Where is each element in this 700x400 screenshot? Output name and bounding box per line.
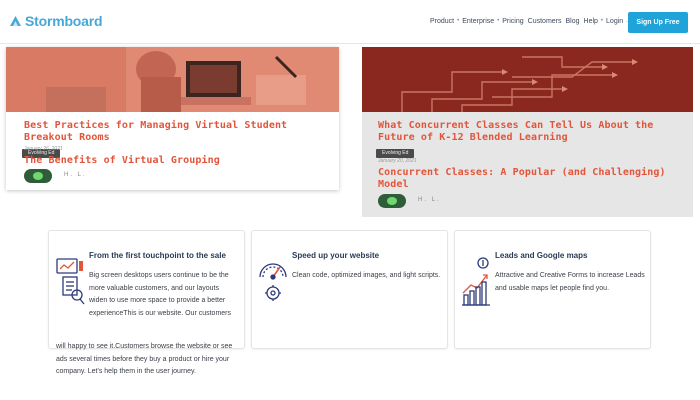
feature-description: Attractive and Creative Forms to increas… [495, 272, 645, 292]
feature-description-overflow: will happy to see it.Customers browse th… [56, 343, 233, 375]
feature-title: Speed up your website [292, 251, 380, 260]
nav-pricing[interactable]: Pricing [502, 17, 523, 26]
feature-title: From the first touchpoint to the sale [89, 251, 226, 260]
nav-enterprise[interactable]: Enterprise [462, 17, 494, 26]
post-subtitle: Concurrent Classes: A Popular (and Chall… [378, 167, 666, 190]
speedometer-icon [258, 255, 288, 312]
post-date: January 20, 2021 [378, 158, 417, 164]
post-title[interactable]: What Concurrent Classes Can Tell Us Abou… [378, 120, 673, 143]
feature-card: Speed up your website Clean code, optimi… [251, 230, 448, 349]
nav-separator-dot: • [497, 18, 500, 24]
post-thumbnail-image[interactable] [362, 47, 693, 112]
logo-text: Stormboard [25, 13, 103, 29]
analytics-icon [55, 255, 85, 312]
nav-product[interactable]: Product [430, 17, 454, 26]
author-name: H. L. [64, 172, 87, 178]
sign-up-button[interactable]: Sign Up Free [628, 12, 688, 33]
post-thumbnail-image[interactable] [6, 47, 339, 112]
nav-separator-dot: • [457, 18, 460, 24]
feature-description: Big screen desktops users continue to be… [89, 272, 231, 317]
top-navbar: Stormboard Product • Enterprise • Pricin… [0, 0, 700, 44]
nav-login[interactable]: Login [606, 17, 623, 26]
stormboard-logo[interactable]: Stormboard [9, 13, 103, 29]
main-nav: Product • Enterprise • Pricing Customers… [430, 17, 632, 26]
feature-card: From the first touchpoint to the sale Bi… [48, 230, 245, 349]
post-date: January 26, 2021 [24, 146, 63, 152]
nav-blog[interactable]: Blog [566, 17, 580, 26]
blog-post-card[interactable]: Evolving Ed What Concurrent Classes Can … [362, 47, 693, 217]
feature-description: Clean code, optimized images, and light … [292, 272, 441, 279]
nav-customers[interactable]: Customers [528, 17, 562, 26]
post-title[interactable]: Best Practices for Managing Virtual Stud… [24, 120, 324, 143]
growth-chart-icon [461, 255, 491, 312]
author-avatar [24, 169, 52, 183]
feature-title: Leads and Google maps [495, 251, 588, 260]
author-name: H. L. [418, 197, 441, 203]
feature-card: Leads and Google maps Attractive and Cre… [454, 230, 651, 349]
nav-separator-dot: • [600, 18, 604, 24]
nav-help[interactable]: Help [584, 17, 598, 26]
post-subtitle: The Benefits of Virtual Grouping [24, 155, 220, 166]
author-avatar [378, 194, 406, 208]
blog-post-card[interactable]: Evolving Ed Best Practices for Managing … [6, 47, 339, 190]
post-category-tag[interactable]: Evolving Ed [376, 149, 415, 158]
stormboard-logo-icon [10, 15, 21, 26]
